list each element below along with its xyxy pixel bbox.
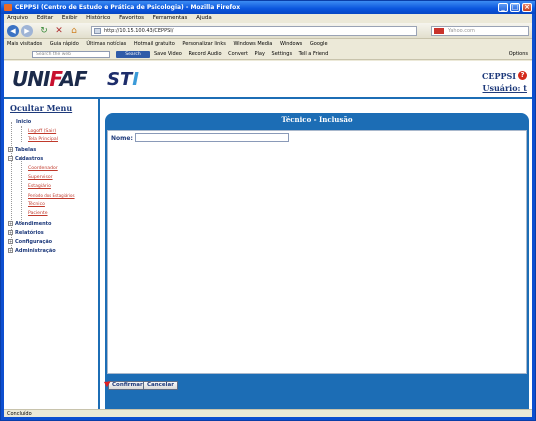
expand-icon[interactable]: +	[8, 147, 13, 152]
browser-client: Arquivo Editar Exibir Histórico Favorito…	[4, 14, 532, 417]
expand-icon[interactable]: +	[8, 221, 13, 226]
hide-menu-link[interactable]: Ocultar Menu	[10, 103, 72, 113]
tree-node-relatorios[interactable]: + Relatórios	[8, 230, 44, 236]
nome-label: Nome:	[111, 135, 133, 142]
bookmark-item[interactable]: Windows	[280, 41, 302, 47]
org-name: CEPPSI?	[482, 71, 527, 81]
status-bar: Concluído	[4, 409, 532, 417]
tree-node-cadastros[interactable]: − Cadastros	[8, 156, 43, 162]
bookmark-item[interactable]: Guia rápido	[50, 41, 79, 47]
tree-leaf-paciente[interactable]: Paciente	[28, 211, 48, 216]
tree-node-inicio[interactable]: Inicio	[16, 119, 31, 125]
menu-editar[interactable]: Editar	[37, 15, 53, 21]
tree-leaf-supervisor[interactable]: Supervisor	[28, 175, 53, 180]
panel-title: Técnico - Inclusão	[281, 115, 353, 124]
web-search-input[interactable]: Search the web	[32, 51, 110, 58]
settings-button[interactable]: Settings	[272, 51, 293, 57]
menu-favoritos[interactable]: Favoritos	[119, 15, 144, 21]
menu-ajuda[interactable]: Ajuda	[196, 15, 212, 21]
browser-window: CEPPSI (Centro de Estudo e Prática de Ps…	[0, 0, 536, 421]
tree-node-tabelas[interactable]: + Tabelas	[8, 147, 36, 153]
collapse-icon[interactable]: −	[8, 156, 13, 161]
bookmark-item[interactable]: Hotmail gratuito	[134, 41, 175, 47]
menu-historico[interactable]: Histórico	[86, 15, 110, 21]
back-button[interactable]: ◀	[7, 25, 19, 37]
expand-icon[interactable]: +	[8, 248, 13, 253]
page-content: UNIFAF STI CEPPSI? Usuário: t Ocultar Me…	[4, 61, 532, 409]
tree-node-administracao[interactable]: + Administração	[8, 248, 56, 254]
addon-toolbar: Search the web Search Save Video Record …	[4, 49, 532, 60]
tree-leaf-logoff[interactable]: Logoff (Sair)	[28, 129, 56, 134]
mouse-cursor-icon	[103, 378, 113, 388]
firefox-icon	[4, 4, 12, 11]
menu-bar: Arquivo Editar Exibir Histórico Favorito…	[4, 14, 532, 23]
save-video-button[interactable]: Save Video	[154, 51, 182, 57]
bookmark-item[interactable]: Últimas notícias	[86, 41, 126, 47]
url-text: http://10.15.100.43/CEPPSI/	[104, 28, 174, 34]
nome-field[interactable]	[135, 133, 289, 142]
form-button-bar: Confirmar Cancelar	[103, 377, 529, 395]
tell-friend-button[interactable]: Tell a Friend	[299, 51, 329, 57]
search-box[interactable]: Yahoo.com	[431, 26, 529, 36]
navigation-toolbar: ◀ ▶ ↻ ✕ ⌂ http://10.15.100.43/CEPPSI/ Ya…	[4, 23, 532, 39]
main-panel: Técnico - Inclusão Nome: Confirmar Cance…	[103, 113, 529, 409]
convert-button[interactable]: Convert	[228, 51, 248, 57]
sti-logo: STI	[107, 69, 139, 90]
bookmark-item[interactable]: Windows Media	[233, 41, 272, 47]
tree-leaf-estagiario[interactable]: Estagiário	[28, 184, 51, 189]
search-placeholder: Yahoo.com	[448, 28, 475, 34]
stop-icon[interactable]: ✕	[53, 25, 65, 37]
unifaf-logo: UNIFAF	[12, 67, 88, 91]
record-audio-button[interactable]: Record Audio	[188, 51, 221, 57]
sidebar-menu: Ocultar Menu Inicio Logoff (Sair) Tela P…	[4, 99, 100, 409]
tree-node-atendimento[interactable]: + Atendimento	[8, 221, 52, 227]
bookmarks-toolbar: Mais visitados Guia rápido Últimas notíc…	[4, 39, 532, 49]
menu-exibir[interactable]: Exibir	[62, 15, 78, 21]
window-titlebar: CEPPSI (Centro de Estudo e Prática de Ps…	[1, 1, 535, 14]
bookmark-item[interactable]: Personalizar links	[182, 41, 225, 47]
bookmark-item[interactable]: Mais visitados	[7, 41, 42, 47]
bookmark-item[interactable]: Google	[310, 41, 328, 47]
addon-items: Save Video Record Audio Convert Play Set…	[154, 49, 333, 59]
close-button[interactable]: ×	[522, 3, 532, 12]
home-icon[interactable]: ⌂	[68, 25, 80, 37]
minimize-button[interactable]: _	[498, 3, 508, 12]
menu-arquivo[interactable]: Arquivo	[7, 15, 28, 21]
tree-leaf-periodo[interactable]: Período dos Estagiários	[28, 193, 75, 198]
confirm-button[interactable]: Confirmar	[103, 378, 147, 390]
expand-icon[interactable]: +	[8, 230, 13, 235]
tree-leaf-tecnico[interactable]: Técnico	[28, 202, 45, 207]
reload-icon[interactable]: ↻	[38, 25, 50, 37]
help-icon[interactable]: ?	[518, 71, 527, 80]
web-search-placeholder: Search the web	[36, 52, 72, 57]
tree-leaf-tela-principal[interactable]: Tela Principal	[28, 137, 58, 142]
tree-line	[21, 126, 22, 142]
options-button[interactable]: Options	[509, 49, 528, 59]
page-favicon	[94, 28, 101, 34]
web-search-button[interactable]: Search	[116, 51, 150, 58]
status-text: Concluído	[7, 411, 32, 417]
form-area: Nome:	[107, 130, 527, 374]
menu-ferramentas[interactable]: Ferramentas	[153, 15, 188, 21]
user-link[interactable]: Usuário: t	[482, 83, 527, 93]
maximize-button[interactable]: □	[510, 3, 520, 12]
window-title: CEPPSI (Centro de Estudo e Prática de Ps…	[15, 4, 241, 11]
play-button[interactable]: Play	[255, 51, 265, 57]
cancel-button[interactable]: Cancelar	[143, 381, 178, 390]
url-bar[interactable]: http://10.15.100.43/CEPPSI/	[91, 26, 417, 36]
search-engine-icon	[434, 28, 444, 34]
tree-leaf-coordenador[interactable]: Coordenador	[28, 166, 58, 171]
expand-icon[interactable]: +	[8, 239, 13, 244]
tree-line	[21, 156, 22, 224]
forward-button[interactable]: ▶	[21, 25, 33, 37]
tree-node-configuracao[interactable]: + Configuração	[8, 239, 52, 245]
